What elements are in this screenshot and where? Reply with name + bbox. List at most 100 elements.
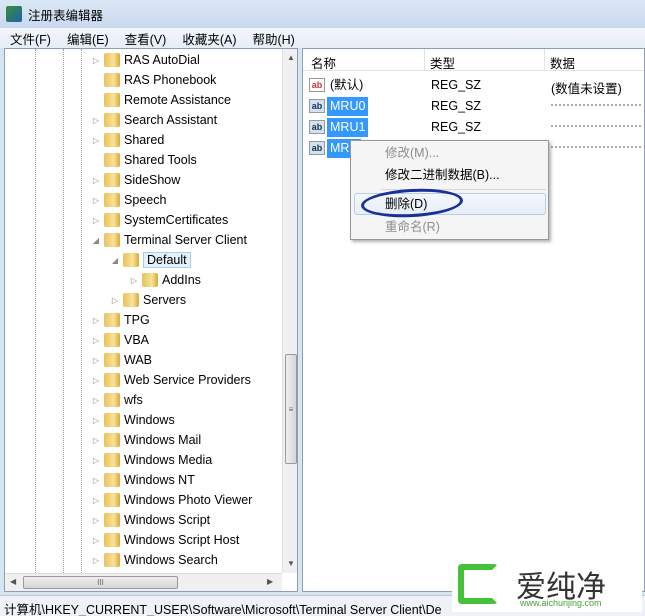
expand-arrow-icon[interactable]: ▷ — [91, 456, 101, 465]
folder-icon — [104, 93, 120, 107]
tree-item[interactable]: ◢ Default — [110, 250, 191, 270]
string-value-icon: ab — [309, 120, 325, 134]
expand-arrow-icon[interactable]: ▷ — [91, 356, 101, 365]
scroll-left-icon[interactable]: ◀ — [10, 577, 16, 586]
value-name: MRU1 — [327, 118, 369, 137]
obscured-value-data — [551, 104, 641, 107]
expanded-arrow-icon[interactable]: ◢ — [91, 236, 101, 245]
expand-arrow-icon[interactable]: ▷ — [91, 56, 101, 65]
column-header-name[interactable]: 名称 — [311, 53, 336, 72]
obscured-value-data — [551, 146, 641, 149]
title-bar: 注册表编辑器 — [0, 0, 645, 28]
vertical-scroll-thumb[interactable]: ≡ — [285, 354, 297, 464]
tree-item[interactable]: ▷ AddIns — [129, 270, 201, 290]
scroll-up-icon[interactable]: ▲ — [287, 53, 295, 62]
tree-item[interactable]: ▷ RAS AutoDial — [91, 50, 200, 70]
tree-item[interactable]: ▷ Web Service Providers — [91, 370, 251, 390]
scroll-down-icon[interactable]: ▼ — [287, 559, 295, 568]
obscured-value-data — [551, 125, 641, 128]
expand-arrow-icon[interactable]: ▷ — [91, 336, 101, 345]
value-type: REG_SZ — [431, 120, 482, 134]
vertical-scrollbar[interactable]: ▲ ≡ ▼ — [282, 49, 297, 573]
value-row[interactable]: ab (默认) REG_SZ (数值未设置) — [307, 75, 644, 96]
tree-item[interactable]: ▷ Windows Mail — [91, 430, 201, 450]
expand-arrow-icon[interactable]: ▷ — [91, 196, 101, 205]
column-divider[interactable] — [544, 49, 545, 71]
value-row[interactable]: ab MRU0 REG_SZ — [307, 96, 644, 117]
tree-item[interactable]: ▷ Windows Script — [91, 510, 210, 530]
tree-item[interactable]: Shared Tools — [91, 150, 197, 170]
tree-item[interactable]: ▷ SideShow — [91, 170, 180, 190]
menu-edit[interactable]: 编辑(E) — [67, 29, 109, 48]
tree-item[interactable]: RAS Phonebook — [91, 70, 216, 90]
folder-icon — [104, 333, 120, 347]
tree-item[interactable]: ▷ Windows NT — [91, 470, 195, 490]
menu-item-rename[interactable]: 重命名(R) — [385, 217, 440, 237]
expand-arrow-icon[interactable]: ▷ — [91, 396, 101, 405]
expanded-arrow-icon[interactable]: ◢ — [110, 256, 120, 265]
tree-item-label: Windows Media — [124, 453, 213, 467]
expand-arrow-icon[interactable]: ▷ — [110, 296, 120, 305]
expand-arrow-icon[interactable]: ▷ — [91, 556, 101, 565]
menu-favorites[interactable]: 收藏夹(A) — [182, 29, 236, 48]
tree-item[interactable]: ▷ TPG — [91, 310, 150, 330]
menu-item-modify-binary[interactable]: 修改二进制数据(B)... — [385, 165, 500, 185]
tree-item[interactable]: ▷ WAB — [91, 350, 152, 370]
tree-item[interactable]: ▷ Speech — [91, 190, 166, 210]
horizontal-scroll-thumb[interactable]: III — [23, 576, 178, 589]
tree-item[interactable]: ▷ VBA — [91, 330, 149, 350]
tree-item-label: Windows Mail — [124, 433, 202, 447]
watermark-logo: 爱纯净 www.aichunjing.com — [452, 560, 642, 612]
tree-item[interactable]: ▷ Servers — [110, 290, 186, 310]
scroll-right-icon[interactable]: ▶ — [267, 577, 273, 586]
menu-view[interactable]: 查看(V) — [125, 29, 167, 48]
expand-arrow-icon[interactable]: ▷ — [91, 436, 101, 445]
column-header-type[interactable]: 类型 — [430, 53, 455, 72]
folder-icon — [104, 53, 120, 67]
tree-item-label: VBA — [124, 333, 150, 347]
tree-item[interactable]: ▷ Windows Script Host — [91, 530, 239, 550]
tree-item[interactable]: ▷ Shared — [91, 130, 164, 150]
expand-arrow-icon[interactable]: ▷ — [91, 376, 101, 385]
tree-item[interactable]: ▷ SystemCertificates — [91, 210, 228, 230]
expand-arrow-icon[interactable]: ▷ — [129, 276, 139, 285]
tree-item-label: Windows Search — [124, 553, 218, 567]
expand-arrow-icon[interactable]: ▷ — [91, 316, 101, 325]
expand-arrow-icon[interactable]: ▷ — [91, 416, 101, 425]
window-title: 注册表编辑器 — [28, 8, 104, 23]
expand-arrow-icon[interactable]: ▷ — [91, 176, 101, 185]
tree-item-label: Shared Tools — [124, 153, 197, 167]
tree-item[interactable]: ▷ Windows Photo Viewer — [91, 490, 252, 510]
folder-icon — [123, 253, 139, 267]
logo-url: www.aichunjing.com — [520, 598, 602, 608]
tree-item[interactable]: ▷ Windows Search — [91, 550, 218, 570]
expand-arrow-icon[interactable]: ▷ — [91, 216, 101, 225]
folder-icon — [104, 113, 120, 127]
tree-item[interactable]: ▷ wfs — [91, 390, 143, 410]
string-value-icon: ab — [309, 141, 325, 155]
folder-icon — [123, 293, 139, 307]
expand-arrow-icon[interactable]: ▷ — [91, 516, 101, 525]
tree-item[interactable]: ▷ Windows — [91, 410, 175, 430]
logo-mark-icon — [458, 564, 498, 604]
column-header-data[interactable]: 数据 — [550, 53, 575, 72]
value-row[interactable]: ab MRU1 REG_SZ — [307, 117, 644, 138]
tree-item-label: Shared — [124, 133, 165, 147]
expand-arrow-icon[interactable]: ▷ — [91, 496, 101, 505]
expand-arrow-icon[interactable]: ▷ — [91, 536, 101, 545]
tree-item[interactable]: ▷ Windows Media — [91, 450, 212, 470]
menu-item-modify[interactable]: 修改(M)... — [385, 143, 439, 163]
folder-icon — [104, 413, 120, 427]
tree-item[interactable]: ▷ Search Assistant — [91, 110, 217, 130]
column-divider[interactable] — [424, 49, 425, 71]
menu-file[interactable]: 文件(F) — [10, 29, 51, 48]
expand-arrow-icon[interactable]: ▷ — [91, 136, 101, 145]
tree-item-label: Web Service Providers — [124, 373, 251, 387]
horizontal-scrollbar[interactable]: ◀ III ▶ — [5, 573, 282, 591]
tree-item[interactable]: Remote Assistance — [91, 90, 231, 110]
menu-help[interactable]: 帮助(H) — [252, 29, 294, 48]
expand-arrow-icon[interactable]: ▷ — [91, 476, 101, 485]
tree-item-label: AddIns — [162, 273, 201, 287]
tree-item[interactable]: ◢ Terminal Server Client — [91, 230, 247, 250]
expand-arrow-icon[interactable]: ▷ — [91, 116, 101, 125]
